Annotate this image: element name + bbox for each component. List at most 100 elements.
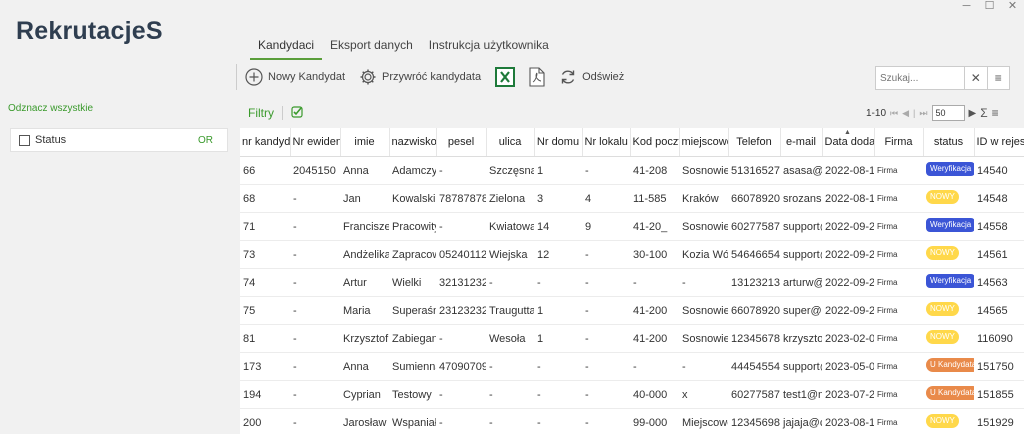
table-cell: Pracowity xyxy=(389,212,436,241)
deselect-all-link[interactable]: Odznacz wszystkie xyxy=(8,103,93,114)
table-cell: - xyxy=(582,324,630,353)
status-filter[interactable]: Status OR xyxy=(10,128,228,152)
column-header[interactable]: nazwisko xyxy=(389,128,437,157)
table-cell: Zabiegany xyxy=(389,324,436,353)
table-cell: 2023-05-09 xyxy=(822,352,874,381)
search-box: ✕ ≡ xyxy=(875,66,1010,90)
sort-asc-icon[interactable]: ▲ xyxy=(844,129,851,136)
column-header-label: ulica xyxy=(498,136,522,148)
column-header[interactable]: Firma xyxy=(874,128,924,157)
table-cell: 2022-09-22 xyxy=(822,268,874,297)
apply-filter-icon[interactable] xyxy=(291,105,303,121)
column-header[interactable]: ulica xyxy=(486,128,535,157)
column-header[interactable]: pesel xyxy=(436,128,487,157)
status-checkbox[interactable] xyxy=(19,134,30,146)
table-cell: Firma xyxy=(874,268,923,297)
last-prev-icon[interactable]: ⏭ xyxy=(919,108,927,119)
column-header[interactable]: ID w rejestrze xyxy=(974,128,1024,157)
table-cell: - xyxy=(290,380,340,409)
table-cell: x xyxy=(679,380,728,409)
column-header[interactable]: Nr ewidencyjny xyxy=(290,128,341,157)
gear-icon xyxy=(359,68,377,86)
column-header[interactable]: Kod pocztowy xyxy=(630,128,680,157)
column-header[interactable]: nr kandydata xyxy=(240,128,291,157)
table-cell: 2022-09-22 xyxy=(822,240,874,269)
new-candidate-label: Nowy Kandydat xyxy=(268,71,346,83)
table-cell: 513165273 xyxy=(728,156,780,185)
page-size-input[interactable]: 50 xyxy=(931,105,965,121)
table-row[interactable]: 81-KrzysztofZabiegany-Wesoła1-41-200Sosn… xyxy=(240,324,1024,353)
search-input[interactable] xyxy=(876,67,964,89)
table-row[interactable]: 71-FranciszekPracowity-Kwiatowa14941-20_… xyxy=(240,212,1024,241)
column-header-label: nazwisko xyxy=(391,136,436,148)
maximize-button[interactable]: ☐ xyxy=(978,0,1001,14)
close-button[interactable]: ✕ xyxy=(1001,0,1024,14)
table-row[interactable]: 200-JarosławWspaniały----99-000Miejscowo… xyxy=(240,408,1024,434)
column-header-label: status xyxy=(933,136,964,148)
new-candidate-button[interactable]: Nowy Kandydat xyxy=(245,68,345,86)
table-row[interactable]: 194-CyprianTestowy----40-000x602775873te… xyxy=(240,380,1024,409)
table-cell: Franciszek xyxy=(340,212,389,241)
column-header[interactable]: Telefon xyxy=(728,128,781,157)
table-cell: Firma xyxy=(874,184,923,213)
pager: 1-10 ⏮ ◀ | ⏭ 50 ▶ Σ ≡ xyxy=(866,105,999,121)
table-cell: Artur xyxy=(340,268,389,297)
tab-instrukcja[interactable]: Instrukcja użytkownika xyxy=(421,38,557,60)
excel-export-button[interactable] xyxy=(495,67,516,87)
table-cell: Maria xyxy=(340,296,389,325)
table-cell: jajaja@com.pl xyxy=(780,408,822,434)
table-cell: 546466543 xyxy=(728,240,780,269)
column-header[interactable]: Nr lokalu xyxy=(582,128,631,157)
table-cell: 41-208 xyxy=(630,156,679,185)
table-cell: 71 xyxy=(240,212,290,241)
clear-search-icon[interactable]: ✕ xyxy=(964,67,987,89)
table-row[interactable]: 173-AnnaSumienna47090709123-----44454554… xyxy=(240,352,1024,381)
table-row[interactable]: 68-JanKowalski78787878787Zielona3411-585… xyxy=(240,184,1024,213)
table-cell: Wielki xyxy=(389,268,436,297)
table-cell: Andżelika xyxy=(340,240,389,269)
table-cell: - xyxy=(436,380,486,409)
table-cell: 1 xyxy=(534,296,582,325)
tab-kandydaci[interactable]: Kandydaci xyxy=(250,38,323,60)
table-row[interactable]: 662045150AnnaAdamczyk-Szczęsna1-41-208So… xyxy=(240,156,1024,185)
column-header[interactable]: imie xyxy=(340,128,390,157)
next-page-icon[interactable]: ▶ xyxy=(969,108,977,119)
table-row[interactable]: 73-AndżelikaZapracowana05240112345Wiejsk… xyxy=(240,240,1024,269)
filters-button[interactable]: Filtry xyxy=(248,106,274,120)
tab-eksport-danych[interactable]: Eksport danych xyxy=(322,38,421,60)
table-cell: Weryfikacja xyxy=(923,156,974,185)
table-cell: 81 xyxy=(240,324,290,353)
column-header[interactable]: Nr domu xyxy=(534,128,583,157)
minimize-button[interactable]: ─ xyxy=(955,0,978,14)
table-cell: 2022-09-22 xyxy=(822,212,874,241)
table-cell: - xyxy=(534,380,582,409)
first-page-icon[interactable]: ⏮ xyxy=(890,108,898,119)
column-header[interactable]: e-mail xyxy=(780,128,823,157)
table-cell: 4 xyxy=(582,184,630,213)
column-header[interactable]: miejscowość xyxy=(679,128,729,157)
candidates-table: nr kandydataNr ewidencyjny imie nazwisko pe… xyxy=(240,128,1024,434)
table-cell: Firma xyxy=(874,296,923,325)
table-row[interactable]: 74-ArturWielki32131232132-----131232131a… xyxy=(240,268,1024,297)
table-cell: Miejscowość xyxy=(679,408,728,434)
restore-candidate-button[interactable]: Przywróć kandydata xyxy=(359,68,481,86)
table-cell: 14565 xyxy=(974,296,1024,325)
or-toggle[interactable]: OR xyxy=(198,135,213,146)
prev-page-icon[interactable]: ◀ xyxy=(902,108,909,119)
table-row[interactable]: 75-MariaSuperaśna23123232323Traugutta1-4… xyxy=(240,296,1024,325)
search-menu-icon[interactable]: ≡ xyxy=(986,67,1010,89)
status-badge: NOWY xyxy=(926,302,959,316)
table-cell: Traugutta xyxy=(486,296,534,325)
table-cell: - xyxy=(290,352,340,381)
column-header[interactable]: status xyxy=(923,128,975,157)
column-header-label: pesel xyxy=(447,136,475,148)
sum-icon[interactable]: Σ xyxy=(980,106,987,120)
table-cell: Sosnowiec xyxy=(679,212,728,241)
pdf-export-button[interactable] xyxy=(529,67,545,87)
column-header-label: e-mail xyxy=(786,136,816,148)
column-header[interactable]: Data dodania▲ xyxy=(822,128,875,157)
pdf-icon xyxy=(529,67,545,87)
refresh-button[interactable]: Odśwież xyxy=(559,68,624,86)
column-menu-icon[interactable]: ≡ xyxy=(992,106,999,120)
table-cell: - xyxy=(290,296,340,325)
